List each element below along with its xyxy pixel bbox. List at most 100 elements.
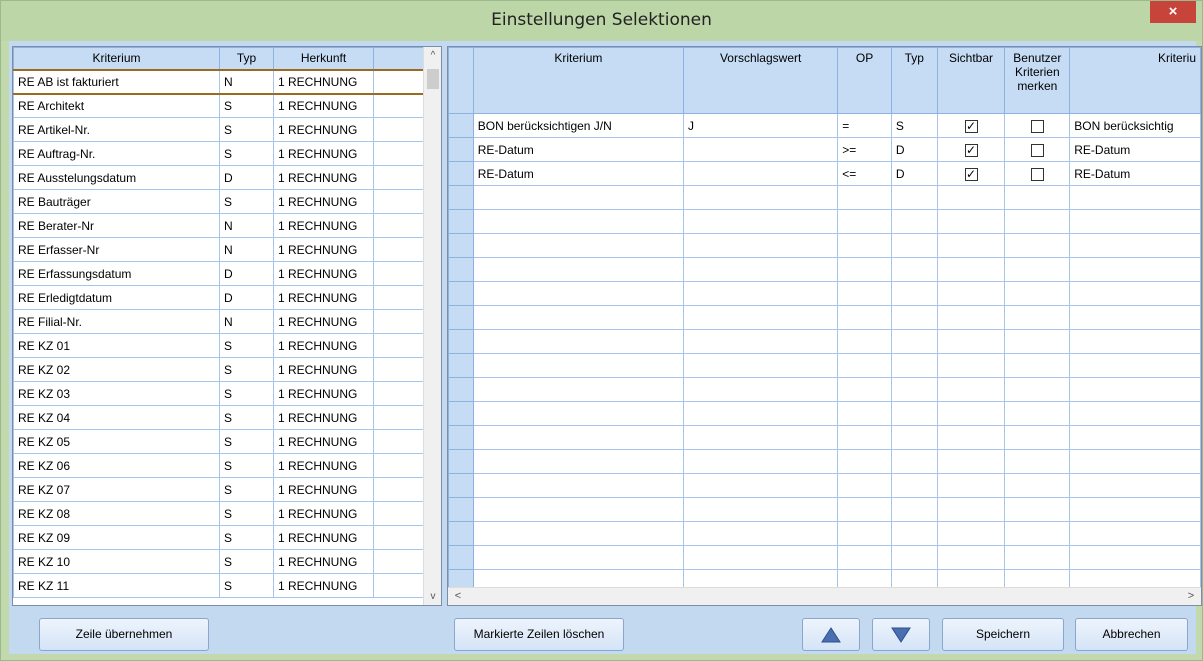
cell-herkunft[interactable]: 1 RECHNUNG — [273, 189, 374, 214]
cell-kriterium[interactable]: RE KZ 01 — [13, 333, 220, 358]
cell-herkunft[interactable]: 1 RECHNUNG — [273, 285, 374, 310]
empty-row[interactable] — [448, 449, 1201, 474]
cell-kriterium[interactable]: RE-Datum — [472, 137, 685, 162]
empty-cell[interactable] — [890, 449, 938, 474]
cell-op[interactable]: = — [837, 113, 892, 138]
empty-cell[interactable] — [890, 377, 938, 402]
empty-cell[interactable] — [472, 305, 685, 330]
row-header[interactable] — [448, 401, 474, 426]
empty-cell[interactable] — [890, 401, 938, 426]
cell-typ[interactable]: N — [219, 213, 274, 238]
cell-kriterium[interactable]: RE KZ 04 — [13, 405, 220, 430]
scroll-left-arrow-icon[interactable]: < — [450, 590, 466, 602]
empty-cell[interactable] — [890, 233, 938, 258]
col-header-sichtbar[interactable]: Sichtbar — [936, 47, 1006, 114]
empty-row[interactable] — [448, 545, 1201, 570]
scrollbar-thumb[interactable] — [427, 69, 439, 89]
cell-herkunft[interactable]: 1 RECHNUNG — [273, 165, 374, 190]
criteria-row[interactable]: RE Erledigtdatum D 1 RECHNUNG — [13, 285, 424, 310]
cell-typ[interactable]: D — [890, 161, 938, 186]
row-header[interactable] — [448, 185, 474, 210]
empty-cell[interactable] — [936, 185, 1006, 210]
row-header[interactable] — [448, 305, 474, 330]
cell-herkunft[interactable]: 1 RECHNUNG — [273, 333, 374, 358]
cell-typ[interactable]: S — [219, 405, 274, 430]
col-header-kriterium[interactable]: Kriterium — [13, 47, 220, 70]
empty-cell[interactable] — [1004, 377, 1071, 402]
row-header[interactable] — [448, 545, 474, 570]
empty-cell[interactable] — [890, 353, 938, 378]
empty-cell[interactable] — [1004, 353, 1071, 378]
cell-herkunft[interactable]: 1 RECHNUNG — [273, 573, 374, 598]
empty-cell[interactable] — [683, 281, 839, 306]
criteria-row[interactable]: RE KZ 10 S 1 RECHNUNG — [13, 549, 424, 574]
sichtbar-checkbox[interactable] — [964, 143, 978, 157]
cell-kriterium[interactable]: RE KZ 02 — [13, 357, 220, 382]
empty-cell[interactable] — [683, 377, 839, 402]
cell-typ[interactable]: D — [890, 137, 938, 162]
empty-cell[interactable] — [936, 281, 1006, 306]
empty-cell[interactable] — [1069, 545, 1201, 570]
cell-kriterium[interactable]: RE Architekt — [13, 93, 220, 118]
row-header[interactable] — [448, 449, 474, 474]
cell-typ[interactable]: S — [219, 333, 274, 358]
empty-cell[interactable] — [1004, 497, 1071, 522]
empty-cell[interactable] — [683, 521, 839, 546]
empty-row[interactable] — [448, 497, 1201, 522]
empty-cell[interactable] — [683, 353, 839, 378]
cell-typ[interactable]: S — [219, 93, 274, 118]
empty-cell[interactable] — [936, 473, 1006, 498]
empty-cell[interactable] — [890, 497, 938, 522]
empty-cell[interactable] — [683, 185, 839, 210]
empty-cell[interactable] — [936, 329, 1006, 354]
cell-typ[interactable]: S — [219, 573, 274, 598]
close-button[interactable]: × — [1150, 1, 1196, 23]
cell-typ[interactable]: N — [219, 309, 274, 334]
empty-cell[interactable] — [472, 233, 685, 258]
empty-cell[interactable] — [1069, 233, 1201, 258]
cell-herkunft[interactable]: 1 RECHNUNG — [273, 477, 374, 502]
empty-cell[interactable] — [683, 497, 839, 522]
empty-cell[interactable] — [890, 425, 938, 450]
cell-typ[interactable]: D — [219, 285, 274, 310]
cell-herkunft[interactable]: 1 RECHNUNG — [273, 261, 374, 286]
row-header[interactable] — [448, 497, 474, 522]
cell-typ[interactable]: N — [219, 68, 274, 95]
empty-cell[interactable] — [1004, 545, 1071, 570]
cell-kriterium[interactable]: RE KZ 05 — [13, 429, 220, 454]
empty-cell[interactable] — [837, 305, 892, 330]
col-header-vorschlagswert[interactable]: Vorschlagswert — [683, 47, 839, 114]
empty-cell[interactable] — [472, 377, 685, 402]
cell-herkunft[interactable]: 1 RECHNUNG — [273, 141, 374, 166]
empty-cell[interactable] — [683, 473, 839, 498]
row-header[interactable] — [448, 377, 474, 402]
criteria-row[interactable]: RE Bauträger S 1 RECHNUNG — [13, 189, 424, 214]
criteria-row[interactable]: RE KZ 02 S 1 RECHNUNG — [13, 357, 424, 382]
empty-cell[interactable] — [936, 497, 1006, 522]
row-header[interactable] — [448, 329, 474, 354]
empty-row[interactable] — [448, 329, 1201, 354]
empty-cell[interactable] — [936, 401, 1006, 426]
cell-typ[interactable]: S — [219, 141, 274, 166]
criteria-row[interactable]: RE KZ 05 S 1 RECHNUNG — [13, 429, 424, 454]
scroll-right-arrow-icon[interactable]: > — [1183, 590, 1199, 602]
empty-row[interactable] — [448, 257, 1201, 282]
cell-kriterium[interactable]: BON berücksichtigen J/N — [472, 113, 685, 138]
cell-vorschlagswert[interactable] — [683, 161, 839, 186]
cell-herkunft[interactable]: 1 RECHNUNG — [273, 405, 374, 430]
criteria-row[interactable]: RE KZ 03 S 1 RECHNUNG — [13, 381, 424, 406]
cell-herkunft[interactable]: 1 RECHNUNG — [273, 549, 374, 574]
empty-cell[interactable] — [1004, 425, 1071, 450]
cell-typ[interactable]: S — [219, 453, 274, 478]
empty-cell[interactable] — [1069, 449, 1201, 474]
cell-kriterium[interactable]: RE Erfassungsdatum — [13, 261, 220, 286]
criteria-row[interactable]: RE KZ 06 S 1 RECHNUNG — [13, 453, 424, 478]
empty-cell[interactable] — [936, 449, 1006, 474]
empty-cell[interactable] — [1069, 257, 1201, 282]
empty-cell[interactable] — [936, 425, 1006, 450]
empty-cell[interactable] — [890, 209, 938, 234]
empty-cell[interactable] — [1069, 425, 1201, 450]
row-header[interactable] — [448, 161, 474, 186]
cell-typ[interactable]: N — [219, 237, 274, 262]
cell-typ[interactable]: S — [219, 477, 274, 502]
